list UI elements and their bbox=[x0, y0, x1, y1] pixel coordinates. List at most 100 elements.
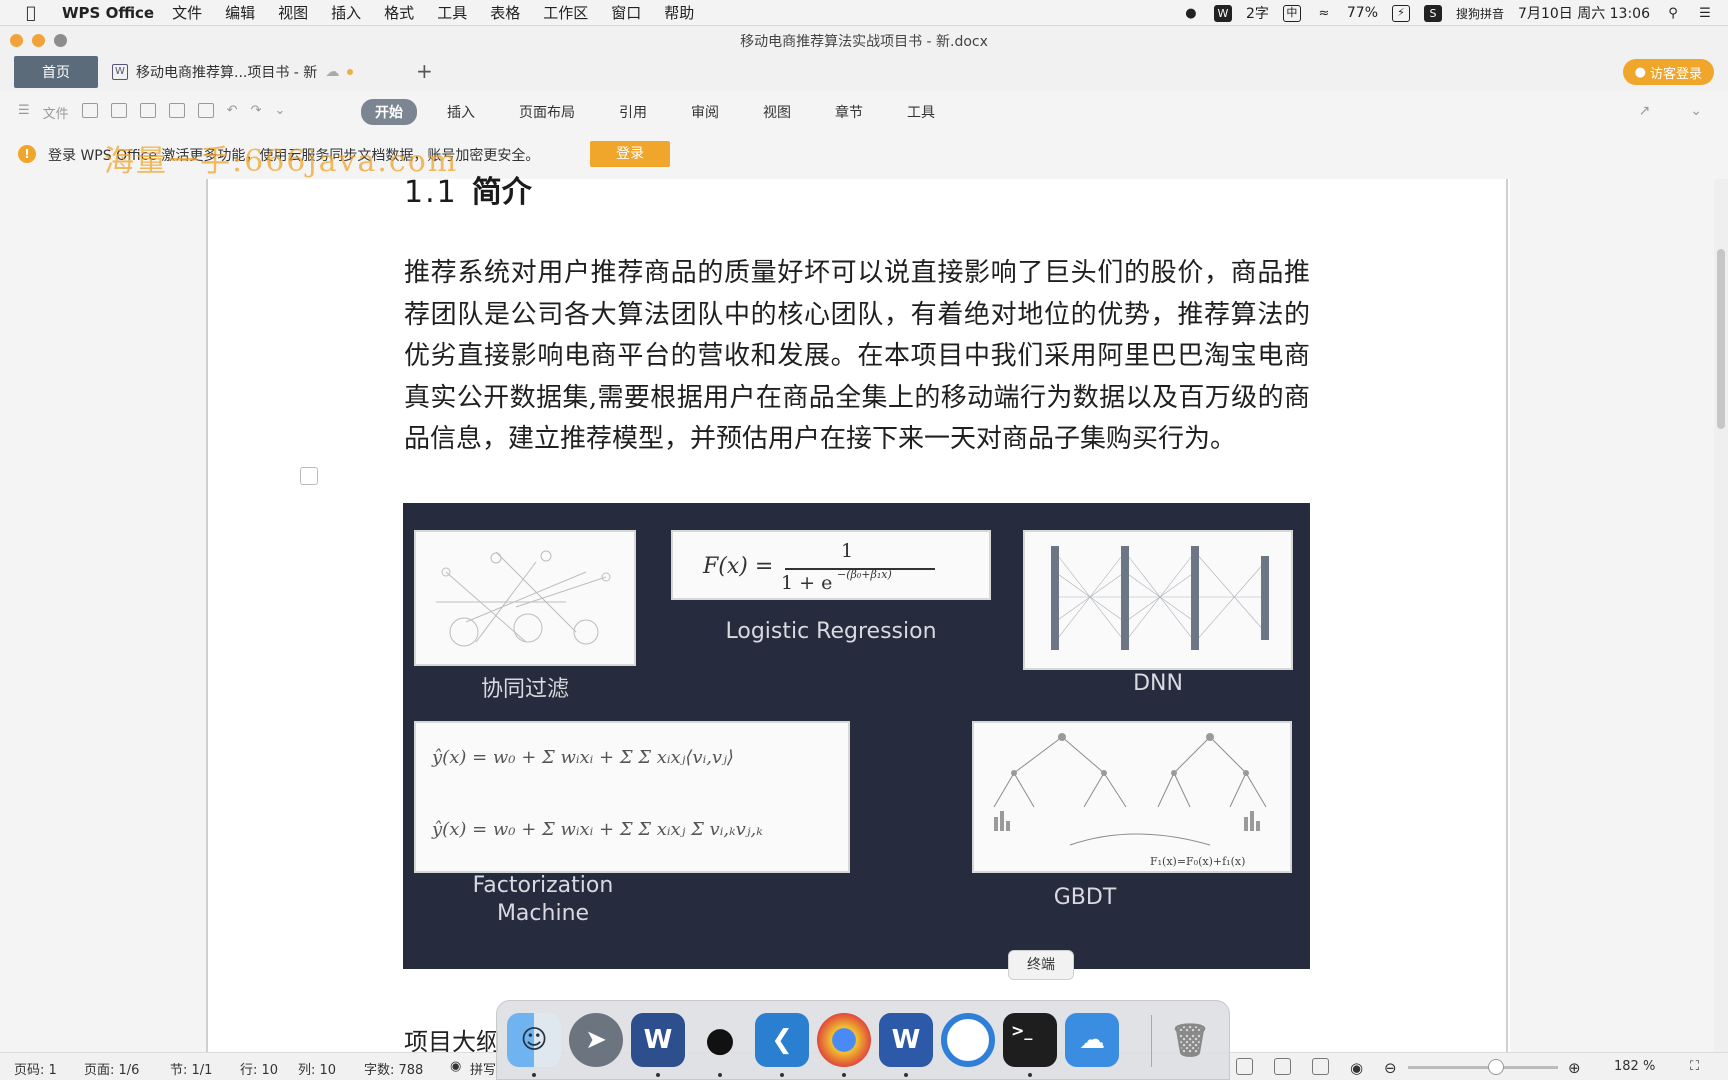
input-method-label[interactable]: 搜狗拼音 bbox=[1456, 5, 1504, 22]
gbdt-trees-illustration: F₁(x)=F₀(x)+f₁(x) bbox=[993, 733, 1267, 868]
algorithms-figure[interactable]: 协同过滤 F(x) = 1 1 + e −(β₀+β₁x) Logistic R… bbox=[403, 503, 1310, 969]
ribbon-tab-page-layout[interactable]: 页面布局 bbox=[505, 99, 589, 125]
ribbon-tab-home[interactable]: 开始 bbox=[361, 99, 417, 125]
share-icon[interactable]: ↗ bbox=[1639, 103, 1651, 119]
menu-table[interactable]: 表格 bbox=[490, 2, 520, 23]
qq-icon[interactable]: ● bbox=[693, 1013, 747, 1067]
vscode-icon[interactable]: ❮ bbox=[755, 1013, 809, 1067]
ribbon-tab-insert[interactable]: 插入 bbox=[433, 99, 489, 125]
file-menu-button[interactable]: 文件 bbox=[43, 103, 69, 122]
spotlight-search-icon[interactable]: ⚲ bbox=[1664, 4, 1682, 22]
ribbon-tab-chapter[interactable]: 章节 bbox=[821, 99, 877, 125]
zoom-slider-handle[interactable] bbox=[1488, 1059, 1504, 1075]
menu-file[interactable]: 文件 bbox=[172, 2, 202, 23]
save-icon[interactable] bbox=[110, 103, 127, 118]
lr-formula: F(x) = 1 1 + e −(β₀+β₁x) bbox=[703, 540, 963, 596]
menu-view[interactable]: 视图 bbox=[278, 2, 308, 23]
status-section[interactable]: 节: 1/1 bbox=[170, 1059, 212, 1078]
input-method-short[interactable]: 中 bbox=[1282, 4, 1301, 22]
quick-access-toolbar: ☰ 文件 ↶ ↷ ⌄ bbox=[18, 103, 285, 122]
section-heading[interactable]: 1.1 简介 bbox=[404, 167, 532, 211]
scrollbar-thumb[interactable] bbox=[1717, 249, 1725, 429]
launchpad-icon[interactable]: ➤ bbox=[569, 1013, 623, 1067]
status-pages[interactable]: 页面: 1/6 bbox=[84, 1059, 139, 1078]
tab-home[interactable]: 首页 bbox=[14, 56, 98, 88]
vertical-scrollbar[interactable] bbox=[1714, 179, 1728, 1052]
sogou-icon[interactable]: S bbox=[1424, 4, 1443, 22]
window-titlebar: 移动电商推荐算法实战项目书 - 新.docx bbox=[0, 27, 1728, 53]
cf-graph-illustration bbox=[436, 550, 611, 647]
lr-formula-denominator: 1 + e bbox=[781, 572, 833, 594]
word-count-status[interactable]: 2字 bbox=[1246, 3, 1269, 23]
tab-document[interactable]: W 移动电商推荐算...项目书 - 新 ☁ bbox=[112, 56, 354, 88]
clock[interactable]: 7月10日 周六 13:06 bbox=[1518, 3, 1650, 23]
menu-format[interactable]: 格式 bbox=[384, 2, 414, 23]
tab-document-label: 移动电商推荐算...项目书 - 新 bbox=[136, 65, 318, 81]
wps-icon[interactable]: W bbox=[879, 1013, 933, 1067]
login-button[interactable]: 登录 bbox=[590, 141, 670, 167]
right-margin-line bbox=[1506, 179, 1508, 1052]
wps-status-icon[interactable]: W bbox=[1213, 4, 1232, 22]
window-title: 移动电商推荐算法实战项目书 - 新.docx bbox=[740, 34, 988, 50]
ribbon-tab-tools[interactable]: 工具 bbox=[893, 99, 949, 125]
web-view-icon[interactable] bbox=[1312, 1058, 1329, 1075]
menu-tools[interactable]: 工具 bbox=[437, 2, 467, 23]
zoom-slider-track[interactable] bbox=[1408, 1066, 1558, 1069]
trash-icon[interactable]: 🗑 bbox=[1163, 1013, 1217, 1067]
comment-marker-icon[interactable] bbox=[300, 467, 318, 485]
gbdt-panel: F₁(x)=F₀(x)+f₁(x) bbox=[972, 721, 1292, 873]
export-icon[interactable] bbox=[139, 103, 156, 118]
lr-formula-exponent: −(β₀+β₁x) bbox=[837, 568, 892, 581]
notification-center-icon[interactable]: ☰ bbox=[1696, 4, 1714, 22]
status-column[interactable]: 列: 10 bbox=[298, 1059, 336, 1078]
menu-toggle-icon[interactable]: ☰ bbox=[18, 103, 30, 118]
zoom-in-icon[interactable]: ⊕ bbox=[1568, 1059, 1581, 1077]
page-view-icon[interactable] bbox=[1236, 1058, 1253, 1075]
battery-icon[interactable]: ⚡ bbox=[1392, 4, 1411, 22]
ribbon-tab-review[interactable]: 审阅 bbox=[677, 99, 733, 125]
customize-dropdown-icon[interactable]: ⌄ bbox=[274, 103, 285, 118]
collapse-ribbon-icon[interactable]: ⌄ bbox=[1690, 103, 1702, 119]
qq-status-icon[interactable]: ● bbox=[1182, 4, 1200, 22]
apple-menu-icon[interactable]:  bbox=[14, 3, 48, 22]
menu-insert[interactable]: 插入 bbox=[331, 2, 361, 23]
finder-icon[interactable]: ☺ bbox=[507, 1013, 561, 1067]
menu-help[interactable]: 帮助 bbox=[664, 2, 694, 23]
undo-icon[interactable]: ↶ bbox=[227, 103, 238, 118]
dock-separator bbox=[1151, 1015, 1152, 1067]
ribbon-tab-references[interactable]: 引用 bbox=[605, 99, 661, 125]
terminal-icon[interactable]: >_ bbox=[1003, 1013, 1057, 1067]
cloud-sync-icon[interactable]: ☁ bbox=[325, 64, 339, 80]
intro-paragraph[interactable]: 推荐系统对用户推荐商品的质量好坏可以说直接影响了巨头们的股价，商品推荐团队是公司… bbox=[404, 253, 1310, 461]
eye-protection-icon[interactable]: ◉ bbox=[1350, 1059, 1363, 1077]
cloud-icon[interactable]: ☁ bbox=[1065, 1013, 1119, 1067]
visitor-login-button[interactable]: ● 访客登录 bbox=[1622, 59, 1714, 85]
menu-workspace[interactable]: 工作区 bbox=[543, 2, 588, 23]
dock-running-indicator bbox=[656, 1073, 660, 1077]
dock-tooltip: 终端 bbox=[1008, 950, 1074, 980]
fullscreen-icon[interactable]: ⛶ bbox=[1690, 1059, 1699, 1074]
spell-check-icon[interactable]: ◉ bbox=[450, 1059, 461, 1074]
open-icon[interactable] bbox=[81, 103, 98, 118]
ribbon-tab-view[interactable]: 视图 bbox=[749, 99, 805, 125]
chrome-icon[interactable] bbox=[817, 1013, 871, 1067]
status-word-count[interactable]: 字数: 788 bbox=[364, 1059, 423, 1078]
word-icon[interactable]: W bbox=[631, 1013, 685, 1067]
status-row[interactable]: 行: 10 bbox=[240, 1059, 278, 1078]
app-name-menu[interactable]: WPS Office bbox=[62, 4, 154, 22]
redo-icon[interactable]: ↷ bbox=[251, 103, 262, 118]
print-preview-icon[interactable] bbox=[197, 103, 214, 118]
status-spell-check[interactable]: 拼写 bbox=[470, 1059, 496, 1078]
wifi-icon[interactable]: ≈ bbox=[1315, 4, 1333, 22]
print-icon[interactable] bbox=[168, 103, 185, 118]
activity-icon[interactable] bbox=[941, 1013, 995, 1067]
menu-window[interactable]: 窗口 bbox=[611, 2, 641, 23]
add-tab-button[interactable]: + bbox=[416, 59, 433, 83]
outline-view-icon[interactable] bbox=[1274, 1058, 1291, 1075]
zoom-level[interactable]: 182 % bbox=[1614, 1059, 1655, 1074]
menu-edit[interactable]: 编辑 bbox=[225, 2, 255, 23]
battery-percent[interactable]: 77% bbox=[1347, 5, 1378, 21]
dock-running-indicator bbox=[718, 1073, 722, 1077]
status-page-number[interactable]: 页码: 1 bbox=[14, 1059, 57, 1078]
zoom-out-icon[interactable]: ⊖ bbox=[1384, 1059, 1397, 1077]
